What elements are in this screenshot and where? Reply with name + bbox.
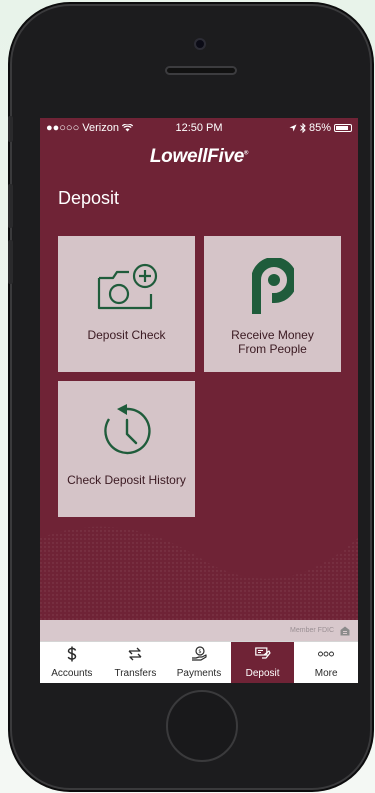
deposit-check-icon xyxy=(254,646,271,662)
bluetooth-icon xyxy=(300,123,306,133)
svg-text:$: $ xyxy=(198,649,201,655)
background-dot-texture xyxy=(40,526,358,620)
tab-bar: Accounts Transfers $ Payments Deposit Mo… xyxy=(40,641,358,683)
fdic-bar: Member FDIC xyxy=(40,620,358,641)
battery-icon xyxy=(334,124,352,132)
tab-payments[interactable]: $ Payments xyxy=(167,642,231,683)
tab-transfers[interactable]: Transfers xyxy=(104,642,168,683)
front-camera xyxy=(194,38,206,50)
tab-deposit[interactable]: Deposit xyxy=(230,642,295,683)
logo-text: LowellFive xyxy=(149,146,244,167)
app-screen: ●●○○○ Verizon 12:50 PM 85% LowellFive® D… xyxy=(40,118,358,683)
payments-icon: $ xyxy=(191,646,207,662)
tab-label: Deposit xyxy=(245,668,280,679)
tab-more[interactable]: More xyxy=(294,642,358,683)
transfer-arrows-icon xyxy=(127,646,143,662)
battery-percent: 85% xyxy=(308,122,331,134)
p-logo-icon xyxy=(251,258,294,314)
history-clock-icon xyxy=(99,403,155,459)
bank-logo: LowellFive® xyxy=(40,146,358,168)
dollar-icon xyxy=(66,646,78,662)
page-title: Deposit xyxy=(58,188,120,208)
tile-receive-money[interactable]: Receive Money From People xyxy=(204,236,341,372)
tile-label: Deposit Check xyxy=(87,328,166,342)
status-left: ●●○○○ Verizon xyxy=(46,122,133,134)
volume-down-button xyxy=(8,240,13,284)
status-right: 85% xyxy=(289,122,352,134)
home-button[interactable] xyxy=(166,690,238,762)
mute-switch xyxy=(8,116,13,142)
tab-label: More xyxy=(314,668,338,679)
battery-level-fill xyxy=(336,126,348,130)
carrier-label: ●●○○○ Verizon xyxy=(46,122,119,134)
status-bar: ●●○○○ Verizon 12:50 PM 85% xyxy=(40,118,358,138)
wifi-icon xyxy=(121,124,133,132)
tile-label: Check Deposit History xyxy=(67,473,186,487)
equal-housing-lender-icon xyxy=(340,626,350,635)
location-arrow-icon xyxy=(289,124,297,132)
tile-deposit-check[interactable]: Deposit Check xyxy=(58,236,195,372)
tab-label: Transfers xyxy=(114,668,157,679)
tab-label: Payments xyxy=(176,668,222,679)
camera-plus-icon xyxy=(95,258,159,314)
tile-label: Receive Money From People xyxy=(231,328,314,356)
fdic-text: Member FDIC xyxy=(290,627,334,634)
earpiece-speaker xyxy=(165,66,237,75)
clock-time: 12:50 PM xyxy=(175,122,223,134)
volume-up-button xyxy=(8,184,13,228)
tab-label: Accounts xyxy=(51,668,93,679)
tab-accounts[interactable]: Accounts xyxy=(40,642,104,683)
tile-check-deposit-history[interactable]: Check Deposit History xyxy=(58,381,195,517)
more-dots-icon xyxy=(318,646,335,662)
logo-registered-mark: ® xyxy=(244,150,249,157)
